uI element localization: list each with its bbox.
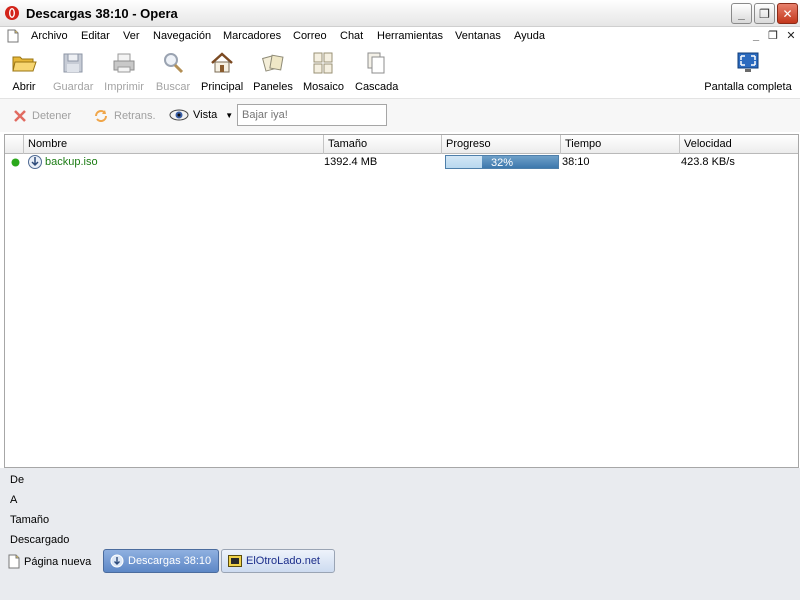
column-header-speed[interactable]: Velocidad bbox=[679, 135, 798, 154]
menu-archivo[interactable]: Archivo bbox=[31, 30, 68, 42]
tab-transfers[interactable]: Descargas 38:10 bbox=[103, 549, 219, 573]
print-button[interactable]: Imprimir bbox=[104, 51, 144, 93]
detail-to-label: A bbox=[10, 494, 18, 506]
minimize-button[interactable]: _ bbox=[731, 3, 752, 24]
table-row[interactable]: backup.iso 1392.4 MB 32% 38:10 423.8 KB/… bbox=[5, 154, 798, 171]
tile-windows-icon bbox=[313, 52, 333, 74]
file-size: 1392.4 MB bbox=[324, 156, 378, 168]
tile-label: Mosaico bbox=[303, 81, 344, 93]
magnifier-icon bbox=[164, 53, 184, 74]
close-icon: ✕ bbox=[782, 6, 793, 21]
status-dot-icon bbox=[11, 158, 20, 167]
home-icon bbox=[211, 52, 233, 73]
transfer-speed: 423.8 KB/s bbox=[681, 156, 735, 168]
progress-percent: 32% bbox=[490, 157, 514, 169]
main-toolbar: Abrir Guardar Imprimir Buscar Principal bbox=[0, 47, 800, 99]
new-page-label: Página nueva bbox=[24, 555, 92, 568]
save-disk-icon bbox=[63, 53, 83, 73]
panels-button[interactable]: Paneles bbox=[253, 51, 293, 93]
fullscreen-monitor-icon bbox=[737, 52, 759, 72]
menu-herramientas[interactable]: Herramientas bbox=[377, 30, 443, 42]
transfer-details-pane: De A Tamaño Descargado bbox=[0, 468, 800, 548]
tile-button[interactable]: Mosaico bbox=[303, 51, 344, 93]
status-dot bbox=[11, 158, 20, 167]
cascade-label: Cascada bbox=[355, 81, 399, 93]
tab-transfers-label: Descargas 38:10 bbox=[128, 555, 212, 567]
quick-download-input[interactable] bbox=[237, 104, 387, 126]
transfers-table: Nombre Tamaño Progreso Tiempo Velocidad … bbox=[4, 134, 799, 468]
column-header-progress[interactable]: Progreso bbox=[441, 135, 560, 154]
detail-from-label: De bbox=[10, 474, 25, 486]
window-title: Descargas 38:10 - Opera bbox=[26, 6, 178, 21]
time-remaining: 38:10 bbox=[562, 156, 590, 168]
panels-label: Paneles bbox=[253, 81, 293, 93]
menu-marcadores[interactable]: Marcadores bbox=[223, 30, 281, 42]
mdi-minimize-button[interactable]: _ bbox=[748, 29, 764, 44]
new-page-icon bbox=[8, 554, 20, 569]
status-bar bbox=[0, 575, 800, 600]
transfers-toolbar: Detener Retrans. Vista ▼ bbox=[0, 99, 800, 132]
dropdown-arrow-icon: ▼ bbox=[225, 110, 234, 120]
restore-icon: ❐ bbox=[759, 6, 770, 21]
column-header-time[interactable]: Tiempo bbox=[560, 135, 679, 154]
menu-navegacion[interactable]: Navegación bbox=[153, 30, 211, 42]
transfers-tab-icon bbox=[110, 554, 124, 568]
column-header-size[interactable]: Tamaño bbox=[323, 135, 441, 154]
folder-open-icon bbox=[12, 56, 37, 72]
tab-elotrolado[interactable]: ElOtroLado.net bbox=[221, 549, 335, 573]
page-bar: Página nueva Descargas 38:10 ElOtroLado.… bbox=[0, 548, 800, 600]
detail-downloaded-label: Descargado bbox=[10, 534, 70, 546]
stop-label: Detener bbox=[32, 110, 72, 122]
mdi-close-button[interactable]: ✕ bbox=[783, 29, 799, 44]
home-label: Principal bbox=[201, 81, 244, 93]
menu-ventanas[interactable]: Ventanas bbox=[455, 30, 501, 42]
download-file-icon bbox=[28, 155, 42, 169]
panels-icon bbox=[262, 54, 284, 72]
open-button[interactable]: Abrir bbox=[10, 51, 38, 93]
retry-arrows-icon bbox=[95, 110, 107, 122]
cascade-button[interactable]: Cascada bbox=[355, 51, 399, 93]
restore-button[interactable]: ❐ bbox=[754, 3, 775, 24]
minimize-icon: _ bbox=[738, 6, 745, 21]
fullscreen-label: Pantalla completa bbox=[704, 81, 792, 93]
file-name[interactable]: backup.iso bbox=[45, 156, 98, 168]
home-button[interactable]: Principal bbox=[201, 51, 243, 93]
mdi-restore-button[interactable]: ❐ bbox=[765, 29, 781, 44]
opera-logo-icon[interactable] bbox=[4, 5, 20, 21]
menu-editar[interactable]: Editar bbox=[81, 30, 110, 42]
progress-bar: 32% bbox=[445, 155, 559, 169]
stop-x-icon bbox=[14, 110, 26, 122]
save-label: Guardar bbox=[53, 81, 94, 93]
column-header-name[interactable]: Nombre bbox=[23, 135, 323, 154]
view-dropdown[interactable]: Vista ▼ bbox=[169, 108, 233, 122]
retry-button[interactable]: Retrans. bbox=[92, 108, 156, 124]
open-label: Abrir bbox=[12, 81, 36, 93]
print-label: Imprimir bbox=[104, 81, 144, 93]
fullscreen-button[interactable]: Pantalla completa bbox=[703, 51, 793, 93]
menu-bar: Archivo Editar Ver Navegación Marcadores… bbox=[0, 27, 800, 47]
status-column-header[interactable] bbox=[5, 135, 23, 154]
close-button[interactable]: ✕ bbox=[777, 3, 798, 24]
detail-size-label: Tamaño bbox=[10, 514, 50, 526]
cascade-windows-icon bbox=[367, 52, 385, 74]
view-label: Vista bbox=[193, 109, 218, 121]
document-icon[interactable] bbox=[7, 29, 19, 43]
title-bar: Descargas 38:10 - Opera _ ❐ ✕ bbox=[0, 0, 800, 27]
menu-ver[interactable]: Ver bbox=[123, 30, 140, 42]
retry-label: Retrans. bbox=[114, 110, 156, 122]
find-button[interactable]: Buscar bbox=[155, 51, 191, 93]
eye-icon bbox=[169, 109, 189, 121]
new-page-button[interactable]: Página nueva bbox=[8, 554, 91, 569]
eol-favicon-icon bbox=[228, 555, 242, 567]
tab-elotrolado-label: ElOtroLado.net bbox=[246, 555, 320, 567]
menu-ayuda[interactable]: Ayuda bbox=[514, 30, 545, 42]
save-button[interactable]: Guardar bbox=[53, 51, 93, 93]
menu-correo[interactable]: Correo bbox=[293, 30, 327, 42]
menu-chat[interactable]: Chat bbox=[340, 30, 363, 42]
printer-icon bbox=[113, 53, 135, 73]
stop-button[interactable]: Detener bbox=[12, 108, 71, 124]
table-header: Nombre Tamaño Progreso Tiempo Velocidad bbox=[5, 135, 798, 154]
find-label: Buscar bbox=[155, 81, 191, 93]
